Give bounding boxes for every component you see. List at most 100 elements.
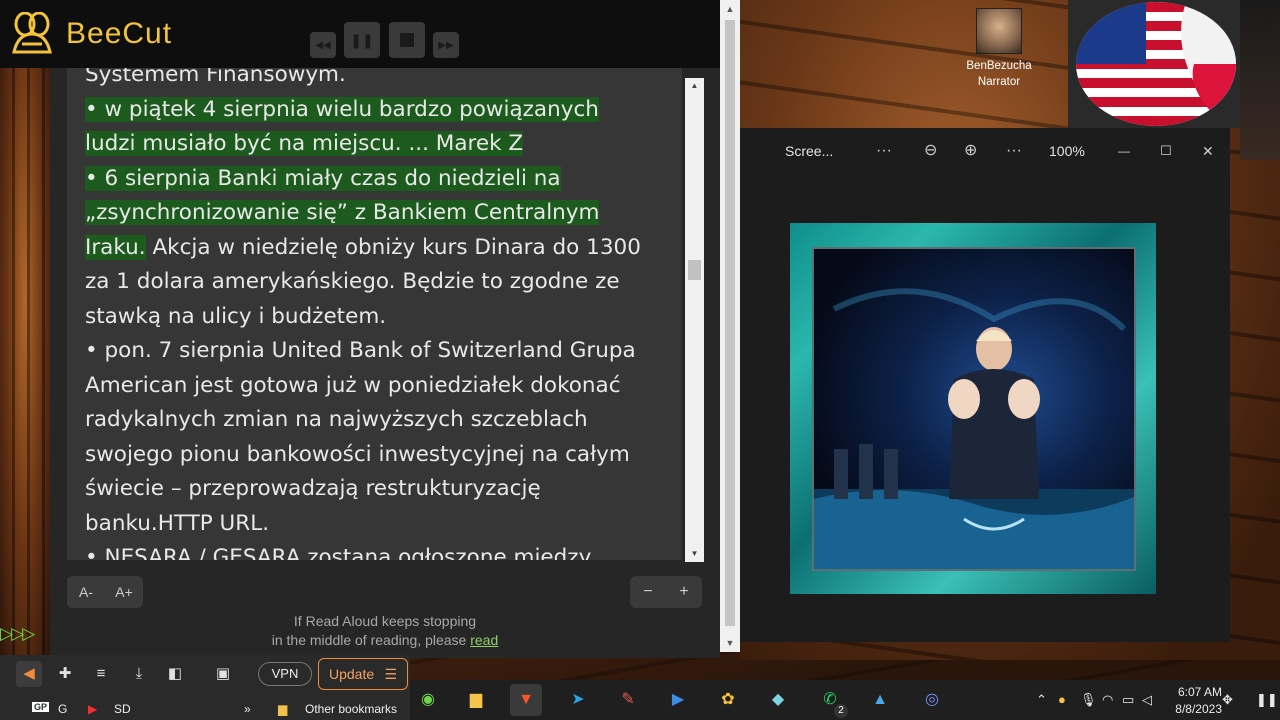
note-line-2: in the middle of reading, please	[271, 632, 467, 648]
close-icon[interactable]: ✕	[1202, 128, 1214, 174]
read-link[interactable]: read	[470, 632, 498, 648]
us-poland-flag-icon	[1076, 2, 1236, 126]
reader-text-area: Systemem Finansowym. • w piątek 4 sierpn…	[67, 68, 682, 560]
tray-app-icon[interactable]: ●	[1058, 680, 1066, 720]
highlighted-text: „zsynchronizowanie się” z Bankiem Centra…	[85, 200, 600, 225]
speed-plus-button[interactable]: +	[666, 576, 702, 608]
pause-icon: ❚❚	[350, 31, 374, 48]
more-options-icon-2[interactable]: ···	[1006, 128, 1022, 174]
tray-chevron-icon[interactable]: ⌃	[1036, 680, 1047, 720]
text-line: • w piątek 4 sierpnia wielu bardzo powią…	[85, 93, 675, 128]
extensions-puzzle-icon[interactable]: ✚	[52, 661, 78, 687]
zoom-out-icon[interactable]: ⊖	[924, 128, 937, 174]
text-line: • 6 sierpnia Banki miały czas do niedzie…	[85, 162, 675, 197]
font-decrease-button[interactable]: A-	[67, 576, 105, 608]
text-line: • pon. 7 sierpnia United Bank of Switzer…	[85, 334, 675, 369]
pause-button[interactable]: ❚❚	[344, 22, 380, 58]
download-icon[interactable]: ⤓	[126, 661, 152, 687]
bookmark-g[interactable]: G	[58, 702, 67, 716]
displayed-image	[790, 223, 1156, 594]
line-text: swojego pionu bankowości inwestycyjnej n…	[85, 441, 630, 467]
minimize-icon[interactable]: —	[1118, 128, 1130, 174]
page-scroll-thumb[interactable]	[725, 20, 735, 626]
app-name: BeeCut	[66, 17, 173, 50]
line-text: banku.HTTP URL.	[85, 510, 270, 536]
text-line: „zsynchronizowanie się” z Bankiem Centra…	[85, 196, 675, 231]
text-line: • NESARA / GESARA zostana ogłoszone mied…	[85, 541, 675, 560]
update-button[interactable]: Update ☰	[318, 658, 408, 690]
scroll-down-icon[interactable]: ▼	[685, 546, 704, 562]
green-app-icon[interactable]: ◉	[412, 684, 444, 716]
page-scroll-up-icon[interactable]: ▲	[720, 0, 740, 18]
bookmarks-more[interactable]: »	[244, 702, 251, 716]
forward-button[interactable]: ▶▶	[433, 32, 459, 58]
update-label: Update	[329, 666, 375, 682]
narrator-name: BenBezucha	[966, 60, 1032, 72]
file-explorer-icon[interactable]: ▆	[460, 684, 492, 716]
beecut-toolbar: BeeCut ◀◀ ❚❚ ▶▶	[0, 0, 720, 68]
bookmarks-bar: GP G ▶ SD » ▆ Other bookmarks	[0, 698, 410, 720]
text-line: za 1 dolara amerykańskiego. Będzie to zg…	[85, 265, 675, 300]
reader-scroll-thumb[interactable]	[688, 260, 701, 280]
viewer-title: Scree...	[785, 143, 834, 159]
beecut-logo: BeeCut	[8, 12, 172, 56]
line-text: • pon. 7 sierpnia United Bank of Switzer…	[85, 338, 636, 363]
text-line: Systemem Finansowym.	[85, 68, 346, 87]
folder-icon: ▆	[278, 702, 288, 716]
text-line: banku.HTTP URL.	[85, 507, 675, 542]
reader-scrollbar[interactable]: ▲ ▼	[685, 78, 704, 562]
font-size-control: A- A+	[67, 576, 143, 608]
stop-button[interactable]	[389, 22, 425, 58]
gp-bookmark-icon[interactable]: GP	[32, 702, 50, 712]
scroll-up-icon[interactable]: ▲	[685, 78, 704, 94]
text-line: ludzi musiało być na miejscu. ... Marek …	[85, 127, 675, 162]
maximize-icon[interactable]: ☐	[1160, 128, 1172, 174]
highlighted-text: • 6 sierpnia Banki miały czas do niedzie…	[85, 165, 561, 191]
pause-recording-icon[interactable]: ❚❚	[1256, 680, 1278, 720]
brave-browser-icon[interactable]: ▼	[510, 684, 542, 716]
zoom-in-icon[interactable]: ⊕	[964, 128, 977, 174]
whatsapp-icon[interactable]: ✆ 2	[814, 684, 848, 718]
vpn-button[interactable]: VPN	[258, 662, 312, 686]
line-text: radykalnych zmian na najwyższych szczebl…	[85, 407, 588, 432]
other-bookmarks[interactable]: Other bookmarks	[305, 702, 397, 716]
narrator-tile: BenBezucha Narrator	[964, 8, 1034, 90]
taskbar-clock[interactable]: 6:07 AM 8/8/2023	[1162, 684, 1222, 718]
page-scrollbar[interactable]: ▲ ▼	[720, 0, 740, 652]
playlist-icon[interactable]: ≡	[88, 661, 114, 687]
webcam-edge	[1240, 0, 1280, 160]
wallet-icon[interactable]: ▣	[210, 661, 236, 687]
microphone-icon[interactable]: 🎙	[1080, 680, 1097, 720]
reader-help-note: If Read Aloud keeps stopping in the midd…	[200, 612, 570, 650]
media-app-icon[interactable]: ✎	[612, 684, 644, 716]
video-app-icon[interactable]: ▶	[662, 684, 694, 716]
more-options-icon[interactable]: ···	[876, 128, 892, 174]
wifi-icon[interactable]: ◠	[1102, 680, 1113, 720]
read-aloud-extension-icon[interactable]: ◀	[16, 661, 42, 687]
desktop-wallpaper-left	[0, 60, 50, 660]
display-icon[interactable]: ▭	[1122, 680, 1134, 720]
page-scroll-down-icon[interactable]: ▼	[720, 634, 740, 652]
font-increase-button[interactable]: A+	[105, 576, 143, 608]
telegram-icon[interactable]: ➤	[562, 684, 594, 716]
line-text: • NESARA / GESARA zostana ogłoszone mied…	[85, 545, 592, 560]
line-text: świecie – przeprowadzają restrukturyzacj…	[85, 476, 541, 501]
volume-icon[interactable]: ◁	[1142, 680, 1152, 720]
viewer-toolbar: Scree... ··· ⊖ ⊕ ··· 100% — ☐ ✕	[740, 128, 1230, 174]
avatar	[976, 8, 1022, 54]
rewind-button[interactable]: ◀◀	[310, 32, 336, 58]
line-text: za 1 dolara amerykańskiego. Będzie to zg…	[85, 269, 620, 294]
highlighted-text: • w piątek 4 sierpnia wielu bardzo powią…	[85, 96, 599, 122]
bookmark-sd[interactable]: SD	[114, 702, 131, 716]
notes-app-icon[interactable]: ◆	[762, 684, 794, 716]
sidebar-icon[interactable]: ◧	[162, 661, 188, 687]
circle-app-icon[interactable]: ◎	[916, 684, 948, 716]
line-text: stawką na ulicy i budżetem.	[85, 303, 387, 329]
speed-minus-button[interactable]: −	[630, 576, 666, 608]
read-aloud-panel: Systemem Finansowym. • w piątek 4 sierpn…	[50, 68, 720, 658]
text-line: American jest gotowa już w poniedziałek …	[85, 369, 675, 404]
reader-text-content: Systemem Finansowym. • w piątek 4 sierpn…	[85, 68, 675, 560]
beecut-taskbar-icon[interactable]: ✿	[712, 684, 744, 716]
photos-app-icon[interactable]: ▲	[864, 684, 896, 716]
menu-icon: ☰	[384, 666, 397, 682]
